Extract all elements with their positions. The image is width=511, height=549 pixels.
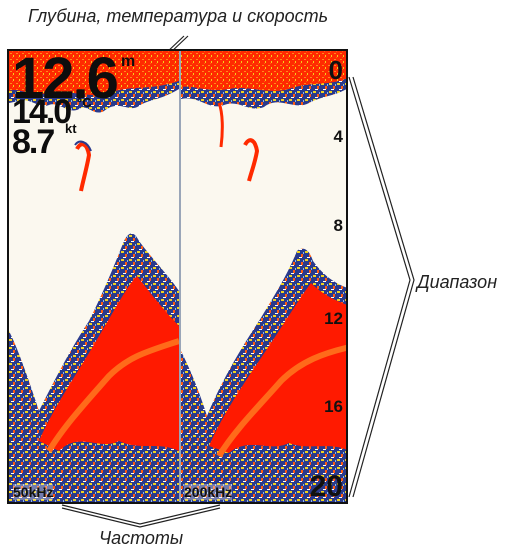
depth-scale-label-4: 4 xyxy=(333,127,343,146)
depth-unit: m xyxy=(121,53,136,70)
temperature-unit: °C xyxy=(77,95,92,110)
sonar-display[interactable]: 12.6 m 14.0 °C 8.7 kt 0 4 8 12 16 20 50k… xyxy=(7,49,348,504)
depth-scale-label-12: 12 xyxy=(324,309,343,328)
speed-readout: 8.7 xyxy=(12,123,55,161)
panel-divider xyxy=(179,51,181,502)
depth-scale-label-16: 16 xyxy=(324,397,343,416)
depth-scale-label-0: 0 xyxy=(328,55,343,85)
depth-scale-label-20: 20 xyxy=(309,470,343,503)
depth-scale-label-8: 8 xyxy=(333,216,343,235)
speed-unit: kt xyxy=(65,121,77,136)
frequency-label-50khz: 50kHz xyxy=(13,484,54,500)
frequency-label-200khz: 200kHz xyxy=(184,484,233,500)
